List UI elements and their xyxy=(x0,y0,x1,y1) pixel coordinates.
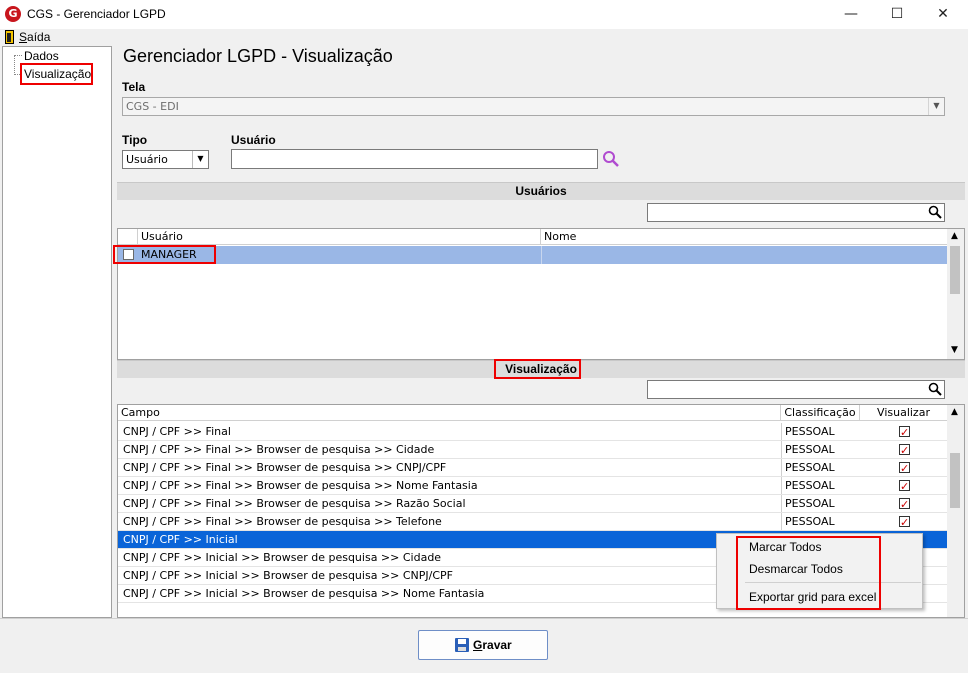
scroll-up-icon[interactable]: ▲ xyxy=(951,407,958,417)
column-header-usuario[interactable]: Usuário xyxy=(138,229,541,245)
visualizar-checkbox[interactable] xyxy=(899,514,910,531)
usuario-label: Usuário xyxy=(231,133,276,147)
page-title: Gerenciador LGPD - Visualização xyxy=(123,46,393,66)
row-campo: CNPJ / CPF >> Inicial >> Browser de pesq… xyxy=(123,569,453,582)
navigation-tree: Dados Visualização xyxy=(2,46,112,618)
menu-bar xyxy=(0,29,968,46)
row-campo: CNPJ / CPF >> Final >> Browser de pesqui… xyxy=(123,443,435,456)
usuarios-grid: Usuário Nome MANAGER ▲ ▼ xyxy=(117,228,965,360)
menu-saida[interactable]: Saída xyxy=(19,30,50,44)
table-row[interactable]: CNPJ / CPF >> Final >> Browser de pesqui… xyxy=(118,441,947,459)
row-campo: CNPJ / CPF >> Final >> Browser de pesqui… xyxy=(123,515,442,528)
tela-label: Tela xyxy=(122,80,146,94)
highlight-box-context-menu xyxy=(736,536,881,610)
header-indicator xyxy=(118,229,138,245)
row-campo: CNPJ / CPF >> Inicial >> Browser de pesq… xyxy=(123,551,442,564)
scroll-up-icon[interactable]: ▲ xyxy=(951,231,958,241)
app-logo-icon: G xyxy=(5,6,21,22)
visualizacao-search-input[interactable] xyxy=(647,380,945,399)
chevron-down-icon[interactable]: ▼ xyxy=(928,98,944,115)
row-campo: CNPJ / CPF >> Final >> Browser de pesqui… xyxy=(123,497,466,510)
table-row[interactable]: CNPJ / CPF >> Final >> Browser de pesqui… xyxy=(118,477,947,495)
menu-saida-mnemonic: S xyxy=(19,30,28,44)
row-campo: CNPJ / CPF >> Final xyxy=(123,425,231,438)
gravar-label: Gravar xyxy=(473,631,512,659)
row-campo: CNPJ / CPF >> Inicial >> Browser de pesq… xyxy=(123,587,485,600)
highlight-box-visualizacao xyxy=(494,359,581,379)
row-classificacao: PESSOAL xyxy=(781,441,860,458)
save-disk-icon xyxy=(455,638,469,652)
table-row[interactable]: CNPJ / CPF >> Final >> Browser de pesqui… xyxy=(118,459,947,477)
visualizar-checkbox[interactable] xyxy=(899,424,910,441)
scroll-thumb[interactable] xyxy=(950,453,960,508)
table-row[interactable]: CNPJ / CPF >> Final >> Browser de pesqui… xyxy=(118,495,947,513)
tipo-select-value: Usuário xyxy=(126,153,168,166)
close-icon[interactable]: ✕ xyxy=(920,0,966,29)
menu-saida-label: aída xyxy=(27,30,51,44)
usuario-input[interactable] xyxy=(231,149,598,169)
row-classificacao: PESSOAL xyxy=(781,459,860,476)
tela-select-value: CGS - EDI xyxy=(126,100,179,113)
row-campo: CNPJ / CPF >> Inicial xyxy=(123,533,238,546)
row-classificacao: PESSOAL xyxy=(781,423,860,440)
tree-connector xyxy=(14,55,22,56)
minimize-icon[interactable]: — xyxy=(828,0,874,29)
usuarios-scrollbar[interactable]: ▲ ▼ xyxy=(947,229,964,359)
search-icon[interactable] xyxy=(928,205,942,219)
scroll-thumb[interactable] xyxy=(950,246,960,294)
row-campo: CNPJ / CPF >> Final >> Browser de pesqui… xyxy=(123,461,447,474)
table-row[interactable]: MANAGER xyxy=(118,246,947,264)
tree-connector xyxy=(14,55,15,75)
tela-select[interactable]: CGS - EDI ▼ xyxy=(122,97,945,116)
exit-door-icon xyxy=(5,30,14,44)
visualizar-checkbox[interactable] xyxy=(899,460,910,477)
maximize-icon[interactable]: ☐ xyxy=(874,0,920,29)
visualizacao-scrollbar[interactable]: ▲ xyxy=(947,405,964,617)
column-divider xyxy=(541,246,542,264)
search-icon[interactable] xyxy=(602,150,620,168)
usuarios-search-input[interactable] xyxy=(647,203,945,222)
row-classificacao: PESSOAL xyxy=(781,513,860,530)
gravar-mnemonic: G xyxy=(473,638,483,652)
tipo-label: Tipo xyxy=(122,133,148,147)
row-classificacao: PESSOAL xyxy=(781,495,860,512)
gravar-label-rest: ravar xyxy=(482,638,512,652)
gravar-button[interactable]: Gravar xyxy=(418,630,548,660)
table-row[interactable]: CNPJ / CPF >> Final PESSOAL xyxy=(118,423,947,441)
usuarios-section-title: Usuários xyxy=(117,182,965,200)
table-row[interactable]: CNPJ / CPF >> Final >> Browser de pesqui… xyxy=(118,513,947,531)
visualizar-checkbox[interactable] xyxy=(899,442,910,459)
column-header-visualizar[interactable]: Visualizar xyxy=(860,405,947,421)
scroll-down-icon[interactable]: ▼ xyxy=(951,345,958,355)
visualizacao-grid-header: Campo Classificação Visualizar xyxy=(118,405,947,421)
tipo-select[interactable]: Usuário ▼ xyxy=(122,150,209,169)
column-header-campo[interactable]: Campo xyxy=(118,405,781,421)
column-header-classificacao[interactable]: Classificação xyxy=(781,405,860,421)
column-header-nome[interactable]: Nome xyxy=(541,229,947,245)
visualizar-checkbox[interactable] xyxy=(899,496,910,513)
usuarios-grid-header: Usuário Nome xyxy=(118,229,947,245)
search-icon[interactable] xyxy=(928,382,942,396)
chevron-down-icon[interactable]: ▼ xyxy=(192,151,208,168)
row-classificacao: PESSOAL xyxy=(781,477,860,494)
highlight-box-manager xyxy=(113,245,216,264)
highlight-box-tree xyxy=(20,63,93,85)
tree-item-dados[interactable]: Dados xyxy=(24,49,59,63)
visualizar-checkbox[interactable] xyxy=(899,478,910,495)
window-title: CGS - Gerenciador LGPD xyxy=(27,7,166,21)
row-campo: CNPJ / CPF >> Final >> Browser de pesqui… xyxy=(123,479,478,492)
